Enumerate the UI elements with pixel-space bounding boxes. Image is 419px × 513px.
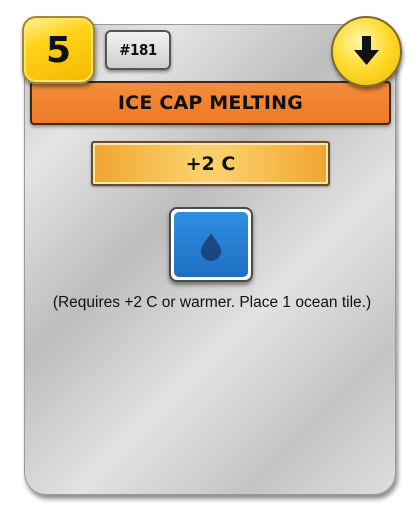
- card-number-badge: #181: [105, 30, 171, 70]
- ocean-tile-background: [174, 212, 248, 277]
- card-number: #181: [119, 41, 157, 59]
- event-tag-icon: [331, 16, 402, 87]
- requirement-box: +2 C: [91, 141, 330, 186]
- card-title: ICE CAP MELTING: [117, 92, 304, 114]
- card-title-bar: ICE CAP MELTING: [30, 81, 391, 125]
- arrow-down-icon: [354, 36, 379, 65]
- card-description: (Requires +2 C or warmer. Place 1 ocean …: [52, 294, 372, 311]
- cost-badge: 5: [22, 16, 95, 84]
- ocean-tile-icon: [169, 207, 253, 282]
- requirement-text: +2 C: [185, 152, 236, 175]
- project-card[interactable]: ICE CAP MELTING +2 C (Requires +2 C or w…: [24, 24, 396, 495]
- water-drop-icon: [201, 233, 221, 261]
- cost-value: 5: [45, 29, 72, 71]
- stage: ICE CAP MELTING +2 C (Requires +2 C or w…: [0, 0, 419, 513]
